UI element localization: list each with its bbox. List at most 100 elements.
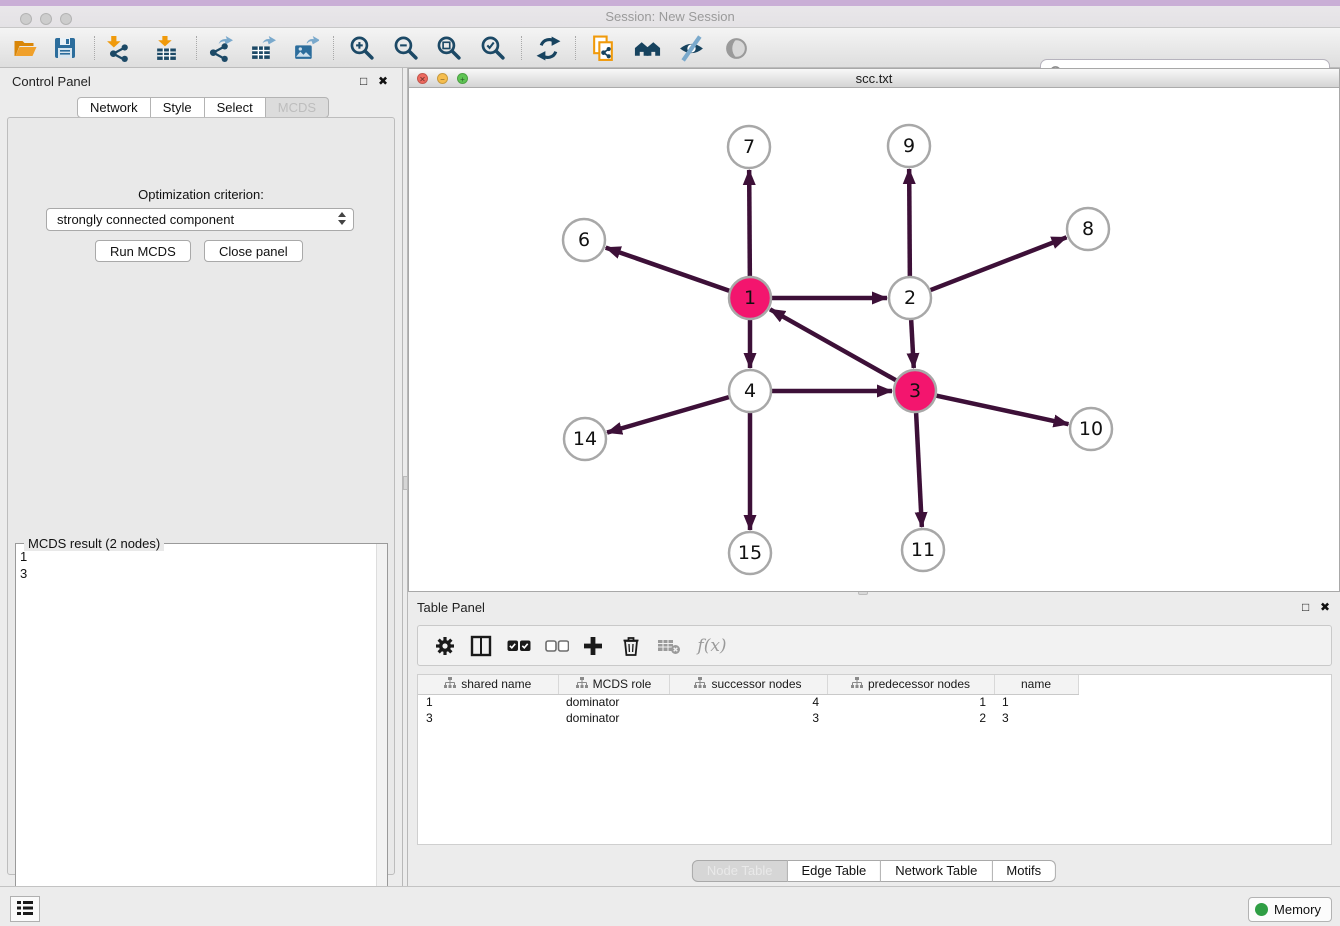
- graph-node-9[interactable]: 9: [888, 125, 930, 167]
- memory-button[interactable]: Memory: [1248, 897, 1332, 922]
- graph-edge-3-1[interactable]: [770, 309, 896, 380]
- graph-edge-3-10[interactable]: [937, 396, 1069, 425]
- table-row[interactable]: 1 dominator 4 1 1: [418, 694, 1078, 710]
- column-header-predecessor-nodes[interactable]: predecessor nodes: [827, 675, 994, 694]
- column-header-name[interactable]: name: [994, 675, 1078, 694]
- graph-edge-2-9[interactable]: [909, 169, 910, 276]
- plus-icon: [582, 635, 604, 657]
- control-panel-title: Control Panel: [12, 74, 91, 89]
- graph-node-11[interactable]: 11: [902, 529, 944, 571]
- table-settings-button[interactable]: [430, 632, 460, 660]
- column-header-mcds-role[interactable]: MCDS role: [558, 675, 669, 694]
- node-table: shared name MCDS role successor nodes pr…: [417, 674, 1332, 845]
- titlebar: Session: New Session: [0, 0, 1340, 28]
- task-history-button[interactable]: [10, 896, 40, 922]
- toggle-column-panel-button[interactable]: [466, 632, 496, 660]
- svg-text:6: 6: [578, 229, 590, 251]
- tab-edge-table[interactable]: Edge Table: [787, 860, 881, 882]
- tab-network-table[interactable]: Network Table: [881, 860, 992, 882]
- table-tabs: Node Table Edge Table Network Table Moti…: [692, 860, 1056, 882]
- graph-node-2[interactable]: 2: [889, 277, 931, 319]
- close-panel-button[interactable]: Close panel: [204, 240, 303, 262]
- graph-node-4[interactable]: 4: [729, 370, 771, 412]
- close-panel-icon[interactable]: ✖: [378, 74, 388, 88]
- dropdown-stepper-icon: [338, 212, 346, 225]
- select-all-button[interactable]: [504, 632, 534, 660]
- create-column-button[interactable]: [578, 632, 608, 660]
- graph-node-14[interactable]: 14: [564, 418, 606, 460]
- float-table-panel-icon[interactable]: □: [1302, 600, 1309, 614]
- graph-node-1[interactable]: 1: [729, 277, 771, 319]
- export-table-button[interactable]: [245, 33, 279, 63]
- graph-edge-2-3[interactable]: [911, 320, 914, 368]
- run-mcds-button[interactable]: Run MCDS: [95, 240, 191, 262]
- graph-node-6[interactable]: 6: [563, 219, 605, 261]
- network-canvas[interactable]: 7 9 6 8 1 2 4 3 14 10 15 11: [409, 88, 1339, 591]
- control-panel-tabs: Network Style Select MCDS: [77, 97, 329, 118]
- network-frame-titlebar: ✕ − + scc.txt: [409, 69, 1339, 88]
- table-row[interactable]: 3 dominator 3 2 3: [418, 710, 1078, 726]
- open-session-button[interactable]: [8, 33, 42, 63]
- table-header-row: shared name MCDS role successor nodes pr…: [418, 675, 1078, 694]
- zoom-out-button[interactable]: [388, 33, 422, 63]
- zoom-selected-button[interactable]: [475, 33, 509, 63]
- toolbar-separator: [196, 36, 197, 60]
- import-network-button[interactable]: [101, 33, 135, 63]
- graph-edge-1-7[interactable]: [749, 170, 750, 276]
- ndex-home-button[interactable]: [630, 33, 664, 63]
- graph-edge-3-11[interactable]: [916, 413, 922, 527]
- mcds-result-text[interactable]: 1 3: [20, 548, 373, 582]
- criterion-value: strongly connected component: [57, 212, 234, 227]
- graph-edge-2-8[interactable]: [931, 237, 1067, 290]
- column-type-icon: [851, 677, 863, 689]
- save-session-button[interactable]: [48, 33, 82, 63]
- cyndex-document-icon: [590, 35, 617, 62]
- tab-network[interactable]: Network: [77, 97, 151, 118]
- criterion-dropdown[interactable]: strongly connected component: [46, 208, 354, 231]
- graph-edge-1-6[interactable]: [606, 248, 730, 291]
- mcds-result-box: MCDS result (2 nodes) 1 3: [15, 543, 388, 921]
- open-from-ndex-button[interactable]: [586, 33, 620, 63]
- graphics-details-disabled-button[interactable]: [719, 33, 753, 63]
- graph-node-8[interactable]: 8: [1067, 208, 1109, 250]
- tab-motifs[interactable]: Motifs: [992, 860, 1056, 882]
- floppy-disk-icon: [52, 35, 78, 61]
- mcds-panel: Optimization criterion: strongly connect…: [7, 117, 395, 875]
- graph-node-7[interactable]: 7: [728, 126, 770, 168]
- float-panel-icon[interactable]: □: [360, 74, 367, 88]
- status-bar: Memory: [0, 886, 1340, 926]
- tab-mcds[interactable]: MCDS: [266, 97, 329, 118]
- graph-node-3[interactable]: 3: [894, 370, 936, 412]
- function-builder-button-disabled[interactable]: f(x): [692, 632, 732, 660]
- export-network-button[interactable]: [202, 33, 236, 63]
- hide-graphics-details-button[interactable]: [674, 33, 708, 63]
- fx-icon: f(x): [697, 636, 726, 656]
- zoom-fit-button[interactable]: [431, 33, 465, 63]
- svg-text:10: 10: [1079, 418, 1103, 440]
- result-scrollbar[interactable]: [376, 544, 387, 920]
- tab-node-table[interactable]: Node Table: [692, 860, 788, 882]
- close-table-panel-icon[interactable]: ✖: [1320, 600, 1330, 614]
- deselect-all-button[interactable]: [542, 632, 572, 660]
- import-table-icon: [153, 35, 180, 62]
- toolbar-separator: [521, 36, 522, 60]
- memory-status-icon: [1255, 903, 1268, 916]
- delete-table-button-disabled[interactable]: [654, 632, 684, 660]
- graph-node-10[interactable]: 10: [1070, 408, 1112, 450]
- tab-style[interactable]: Style: [151, 97, 205, 118]
- delete-column-button[interactable]: [616, 632, 646, 660]
- tab-select[interactable]: Select: [205, 97, 266, 118]
- apply-layout-button[interactable]: [531, 33, 565, 63]
- column-header-successor-nodes[interactable]: successor nodes: [669, 675, 827, 694]
- network-graph[interactable]: 7 9 6 8 1 2 4 3 14 10 15 11: [409, 88, 1339, 591]
- import-table-button[interactable]: [149, 33, 183, 63]
- column-type-icon: [694, 677, 706, 689]
- svg-text:7: 7: [743, 136, 755, 158]
- column-header-shared-name[interactable]: shared name: [418, 675, 558, 694]
- export-image-button[interactable]: [288, 33, 322, 63]
- graph-edge-4-14[interactable]: [607, 397, 729, 432]
- zoom-in-button[interactable]: [344, 33, 378, 63]
- export-table-icon: [249, 35, 276, 62]
- graph-node-15[interactable]: 15: [729, 532, 771, 574]
- export-image-icon: [292, 35, 319, 62]
